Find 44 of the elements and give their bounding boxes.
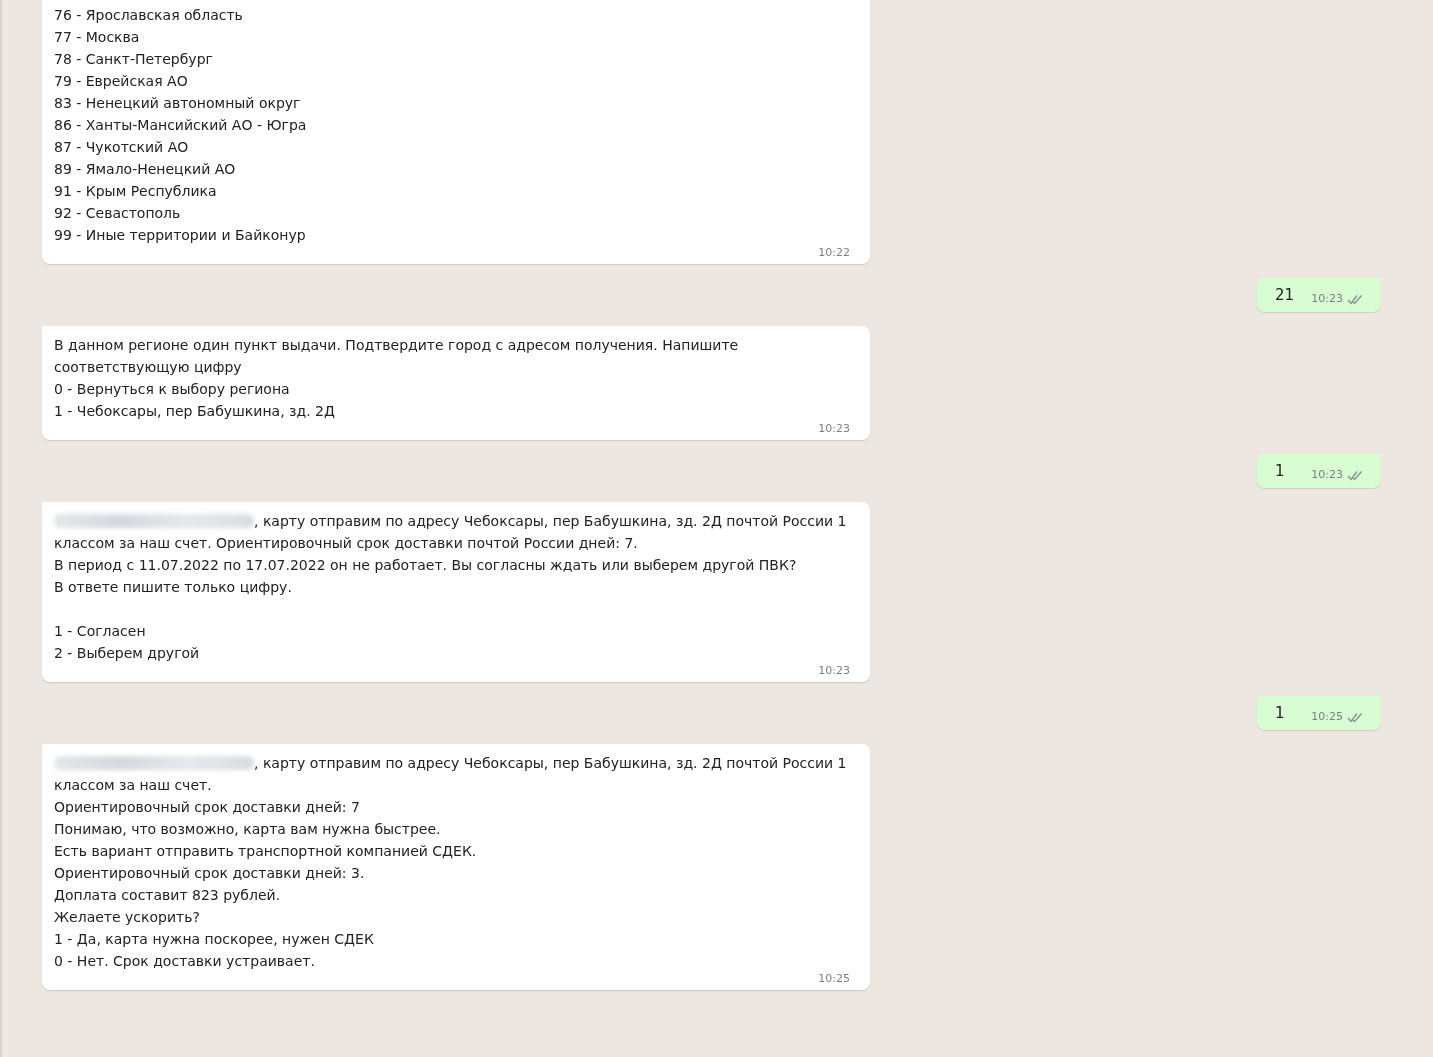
message-line: 0 - Вернуться к выбору региона [54, 380, 290, 399]
message-line: В период с 11.07.2022 по 17.07.2022 он не работает. Вы согласны ждать или выберем другой ПВК? [54, 556, 797, 575]
double-check-icon [1347, 711, 1363, 723]
message-line: 77 - Москва [54, 28, 140, 47]
message-line: классом за наш счет. Ориентировочный срок доставки почтой России дней: 7. [54, 534, 638, 553]
message-line: соответствующую цифру [54, 358, 242, 377]
message-line: Понимаю, что возможно, карта вам нужна быстрее. [54, 820, 441, 839]
message-time: 10:23 [818, 422, 850, 436]
message-line: 91 - Крым Республика [54, 182, 217, 201]
message-text: 21 [1275, 285, 1295, 306]
message-line: 0 - Нет. Срок доставки устраивает. [54, 952, 315, 971]
message-line: 2 - Выберем другой [54, 644, 200, 663]
message-line: , карту отправим по адресу Чебоксары, пер Бабушкина, зд. 2Д почтой России 1 [254, 754, 847, 773]
message-line: Желаете ускорить? [54, 908, 200, 927]
double-check-icon [1347, 293, 1363, 305]
message-line: Ориентировочный срок доставки дней: 3. [54, 864, 365, 883]
message-line: 92 - Севастополь [54, 204, 181, 223]
message-time: 10:23 [818, 664, 850, 678]
message-time: 10:22 [818, 246, 850, 260]
message-line: 1 - Да, карта нужна поскорее, нужен СДЕК [54, 930, 374, 949]
message-line: 86 - Ханты-Мансийский АО - Югра [54, 116, 307, 135]
message-line: 83 - Ненецкий автономный округ [54, 94, 301, 113]
message-time: 10:23 [1311, 468, 1343, 482]
message-line: 79 - Еврейская АО [54, 72, 188, 91]
message-line: В ответе пишите только цифру. [54, 578, 292, 597]
message-line: Доплата составит 823 рублей. [54, 886, 281, 905]
message-line: 76 - Ярославская область [54, 6, 243, 25]
message-line: 78 - Санкт-Петербург [54, 50, 213, 69]
message-time: 10:23 [1311, 292, 1343, 306]
message-text: 1 [1275, 703, 1285, 724]
message-line: Ориентировочный срок доставки дней: 7 [54, 798, 360, 817]
message-line: 87 - Чукотский АО [54, 138, 189, 157]
message-line: , карту отправим по адресу Чебоксары, пер Бабушкина, зд. 2Д почтой России 1 [254, 512, 847, 531]
message-line: 1 - Чебоксары, пер Бабушкина, зд. 2Д [54, 402, 335, 421]
message-line: В данном регионе один пункт выдачи. Подтвердите город с адресом получения. Напишите [54, 336, 739, 355]
message-time: 10:25 [818, 972, 850, 986]
message-line: Есть вариант отправить транспортной компанией СДЕК. [54, 842, 477, 861]
message-text: 1 [1275, 461, 1285, 482]
message-line: 1 - Согласен [54, 622, 146, 641]
message-line: 89 - Ямало-Ненецкий АО [54, 160, 236, 179]
message-time: 10:25 [1311, 710, 1343, 724]
message-line: классом за наш счет. [54, 776, 212, 795]
message-line: 99 - Иные территории и Байконур [54, 226, 306, 245]
double-check-icon [1347, 469, 1363, 481]
